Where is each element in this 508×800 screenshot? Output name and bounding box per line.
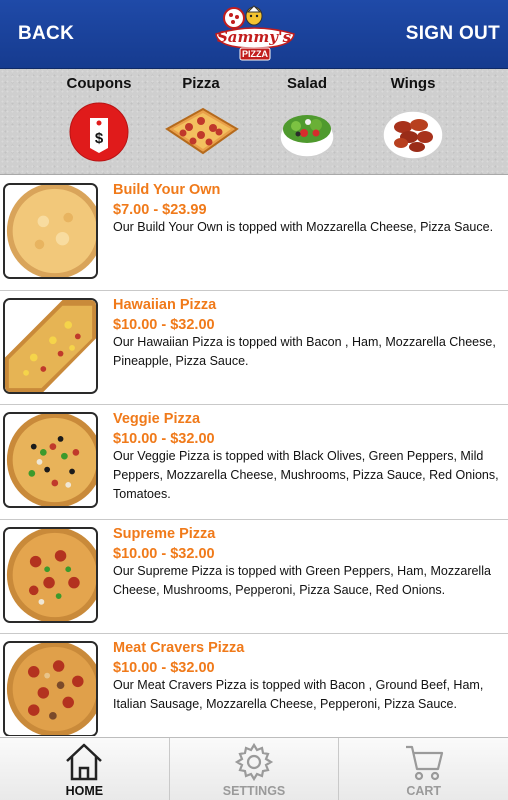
item-price: $7.00 - $23.99 (113, 202, 207, 218)
svg-text:Sammy's: Sammy's (217, 28, 292, 46)
item-name: Hawaiian Pizza (113, 296, 217, 313)
pizza-image (3, 297, 98, 394)
back-button[interactable]: BACK (18, 23, 74, 45)
sign-out-button[interactable]: SIGN OUT (406, 23, 500, 45)
category-strip: Coupons $ Pizza Salad Wings (0, 69, 508, 210)
item-description: Our Supreme Pizza is topped with Green P… (113, 563, 491, 597)
pizza-image (3, 526, 98, 623)
nav-settings[interactable]: SETTINGS (169, 738, 340, 800)
item-name: Build Your Own (113, 182, 221, 198)
item-description: Our Build Your Own is topped with Mozzar… (113, 220, 494, 234)
pizza-image (3, 412, 98, 508)
nav-label: SETTINGS (222, 784, 286, 798)
item-price: $10.00 - $32.00 (113, 545, 215, 562)
cart-icon (405, 745, 443, 781)
category-label: Pizza (182, 75, 220, 92)
category-wings[interactable]: Wings (363, 69, 463, 175)
category-label: Coupons (66, 75, 132, 92)
menu-item[interactable]: Meat Cravers Pizza $10.00 - $32.00 Our M… (0, 634, 508, 736)
gear-icon (234, 742, 274, 782)
nav-cart[interactable]: CART (339, 738, 508, 800)
item-name: Meat Cravers Pizza (113, 640, 245, 656)
item-price: $10.00 - $32.00 (113, 660, 215, 676)
pizza-image (3, 183, 98, 279)
sammys-pizza-logo: Sammy's PIZZA (208, 4, 300, 64)
menu-item[interactable]: Veggie Pizza $10.00 - $32.00 Our Veggie … (0, 405, 508, 520)
pizza-slice-image (163, 101, 239, 168)
nav-home[interactable]: HOME (0, 738, 170, 800)
top-bar: BACK Sammy's PIZZA SIGN OUT (0, 0, 508, 69)
menu-item[interactable]: Build Your Own $7.00 - $23.99 Our Build … (0, 176, 508, 291)
category-salad[interactable]: Salad (257, 69, 357, 175)
category-coupons[interactable]: Coupons $ (49, 69, 149, 175)
item-description: Our Hawaiian Pizza is topped with Bacon … (113, 334, 496, 368)
salad-bowl-image (276, 101, 338, 168)
item-name: Veggie Pizza (113, 411, 201, 427)
nav-label: CART (406, 784, 442, 798)
menu-list: Build Your Own $7.00 - $23.99 Our Build … (0, 176, 508, 736)
wings-plate-image (381, 101, 445, 168)
svg-text:PIZZA: PIZZA (242, 49, 268, 59)
pizza-image (3, 641, 98, 736)
svg-text:$: $ (95, 130, 104, 147)
category-pizza[interactable]: Pizza (151, 69, 251, 175)
item-price: $10.00 - $32.00 (113, 431, 215, 447)
menu-item[interactable]: Hawaiian Pizza $10.00 - $32.00 Our Hawai… (0, 290, 508, 405)
coupon-tag-icon: $ (68, 101, 130, 168)
item-description: Our Veggie Pizza is topped with Black Ol… (113, 449, 499, 501)
category-label: Salad (286, 75, 328, 92)
nav-label: HOME (65, 784, 104, 798)
menu-item[interactable]: Supreme Pizza $10.00 - $32.00 Our Suprem… (0, 519, 508, 634)
home-icon (66, 743, 103, 781)
bottom-nav: HOME SETTINGS CART (0, 737, 508, 800)
category-label: Wings (390, 75, 436, 92)
item-name: Supreme Pizza (113, 525, 216, 542)
item-price: $10.00 - $32.00 (113, 316, 215, 333)
item-description: Our Meat Cravers Pizza is topped with Ba… (113, 678, 484, 711)
